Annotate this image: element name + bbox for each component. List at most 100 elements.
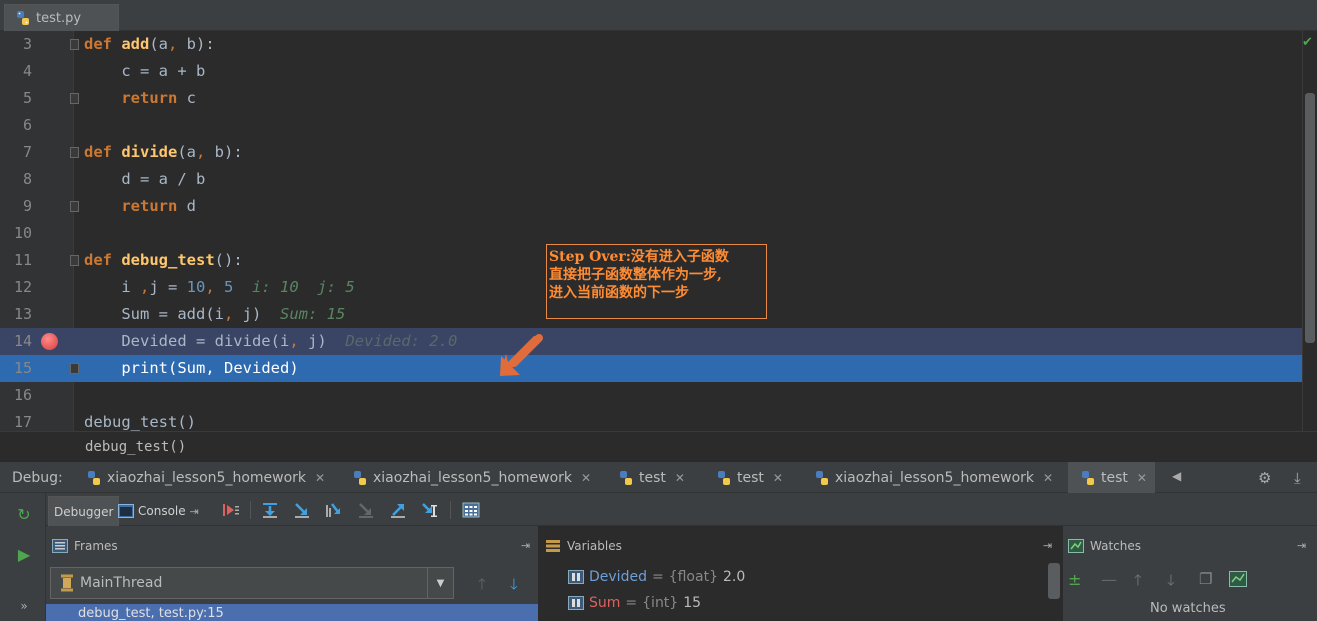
code-line[interactable]: 16 [0, 382, 1302, 409]
debug-tab-5[interactable]: xiaozhai_lesson5_homework ✕ [814, 462, 1053, 493]
code-line[interactable]: 8 d = a / b [0, 166, 1302, 193]
watches-icon [1068, 539, 1084, 553]
debug-tab-2[interactable]: xiaozhai_lesson5_homework ✕ [352, 462, 591, 493]
code-line[interactable]: 10 [0, 220, 1302, 247]
variables-header: Variables [545, 533, 622, 559]
fold-marker-icon[interactable] [70, 255, 79, 266]
debug-label: Debug: [12, 470, 63, 486]
tab-debugger-label: Debugger [54, 504, 114, 519]
editor-scrollbar[interactable]: ✔ [1302, 31, 1317, 431]
frames-pin-icon[interactable]: ⇥ [521, 539, 530, 552]
line-number[interactable]: 11 [10, 247, 32, 274]
fold-marker-icon[interactable] [70, 201, 79, 212]
code-line[interactable]: 7 def divide(a, b): [0, 139, 1302, 166]
line-number[interactable]: 12 [10, 274, 32, 301]
line-number[interactable]: 10 [10, 220, 32, 247]
evaluate-expression-icon[interactable] [460, 499, 482, 521]
frame-label: debug_test, test.py:15 [78, 606, 224, 621]
debug-tab-label: test [639, 469, 666, 486]
code-line[interactable]: 5 return c [0, 85, 1302, 112]
add-watch-icon[interactable]: ± [1068, 570, 1081, 589]
debug-tab-3[interactable]: test ✕ [618, 462, 685, 493]
force-step-into-icon[interactable] [355, 499, 377, 521]
code-text: def debug_test(): [84, 251, 243, 269]
variable-name: Sum [589, 595, 621, 611]
code-line[interactable]: 15 print(Sum, Devided) [0, 355, 1302, 382]
line-number[interactable]: 7 [10, 139, 32, 166]
move-down-icon[interactable]: 🡓 [1167, 570, 1175, 595]
more-icon[interactable]: » [13, 595, 35, 617]
thread-selector[interactable]: MainThread ▼ [50, 567, 454, 599]
fold-marker-icon[interactable] [70, 363, 79, 374]
debug-tab-1[interactable]: xiaozhai_lesson5_homework ✕ [86, 462, 325, 493]
code-line[interactable]: 14 Devided = divide(i, j) Devided: 2.0 [0, 328, 1302, 355]
close-icon[interactable]: ✕ [675, 471, 685, 485]
move-up-icon[interactable]: 🡑 [1134, 570, 1142, 595]
line-number[interactable]: 3 [10, 31, 32, 58]
debug-tab-6-active[interactable]: test ✕ [1068, 462, 1155, 493]
rerun-icon[interactable]: ↻ [13, 503, 35, 525]
variables-scrollbar[interactable] [1048, 563, 1060, 599]
line-number[interactable]: 9 [10, 193, 32, 220]
chevron-down-icon[interactable]: ▼ [427, 568, 453, 598]
frame-row-selected[interactable]: debug_test, test.py:15 [46, 604, 538, 621]
step-out-icon[interactable] [387, 499, 409, 521]
no-watches-text: No watches [1150, 601, 1226, 616]
line-number[interactable]: 17 [10, 409, 32, 431]
code-line[interactable]: 17 debug_test() [0, 409, 1302, 431]
close-icon[interactable]: ✕ [773, 471, 783, 485]
tab-debugger[interactable]: Debugger [48, 496, 120, 526]
line-number[interactable]: 6 [10, 112, 32, 139]
gear-icon[interactable]: ⚙ [1258, 469, 1271, 487]
copy-icon[interactable]: ❐ [1199, 570, 1212, 588]
fold-marker-icon[interactable] [70, 39, 79, 50]
inspection-ok-icon: ✔ [1302, 35, 1313, 50]
line-number[interactable]: 13 [10, 301, 32, 328]
code-line[interactable]: 6 [0, 112, 1302, 139]
show-execution-point-icon[interactable] [220, 499, 242, 521]
line-number[interactable]: 14 [10, 328, 32, 355]
close-icon[interactable]: ✕ [581, 471, 591, 485]
file-tab-test-py[interactable]: test.py [4, 4, 119, 31]
tabs-overflow-icon[interactable]: ◀ [1172, 469, 1181, 483]
pin-icon[interactable]: ⇥ [190, 505, 199, 518]
variables-pin-icon[interactable]: ⇥ [1043, 539, 1052, 552]
remove-watch-icon[interactable]: — [1101, 570, 1117, 589]
python-run-icon [1082, 470, 1094, 485]
variable-row-devided[interactable]: Devided = {float} 2.0 [568, 566, 745, 588]
close-icon[interactable]: ✕ [1043, 471, 1053, 485]
resume-icon[interactable]: ▶ [13, 543, 35, 565]
line-number[interactable]: 5 [10, 85, 32, 112]
frame-down-icon[interactable]: 🡓 [510, 574, 518, 599]
fold-marker-icon[interactable] [70, 93, 79, 104]
close-icon[interactable]: ✕ [315, 471, 325, 485]
annotation-line-2: 直接把子函数整体作为一步, [549, 267, 722, 283]
code-editor[interactable]: 3 def add(a, b): 4 c = a + b5 return c 6 7 de… [0, 31, 1317, 431]
debug-tab-label: xiaozhai_lesson5_homework [107, 469, 307, 486]
line-number[interactable]: 8 [10, 166, 32, 193]
code-line[interactable]: 4 c = a + b [0, 58, 1302, 85]
close-icon[interactable]: ✕ [1137, 471, 1147, 485]
tab-console[interactable]: Console ⇥ [118, 496, 199, 526]
breakpoint-icon[interactable] [41, 333, 58, 350]
frame-up-icon[interactable]: 🡑 [478, 574, 486, 599]
variable-value: 15 [683, 595, 702, 611]
line-number[interactable]: 4 [10, 58, 32, 85]
hide-panel-icon[interactable]: ⤓ [1294, 469, 1301, 487]
watches-pin-icon[interactable]: ⇥ [1297, 539, 1306, 552]
step-into-icon[interactable] [291, 499, 313, 521]
line-number[interactable]: 16 [10, 382, 32, 409]
code-line[interactable]: 3 def add(a, b): [0, 31, 1302, 58]
step-into-my-code-icon[interactable] [323, 499, 345, 521]
watches-view-icon[interactable] [1229, 571, 1247, 587]
breadcrumb-item[interactable]: debug_test() [85, 439, 186, 455]
code-line[interactable]: 9 return d [0, 193, 1302, 220]
debug-tab-4[interactable]: test ✕ [716, 462, 783, 493]
run-to-cursor-icon[interactable] [419, 499, 441, 521]
variable-name: Devided [589, 569, 647, 585]
line-number[interactable]: 15 [10, 355, 32, 382]
editor-scroll-thumb[interactable] [1305, 93, 1315, 343]
fold-marker-icon[interactable] [70, 147, 79, 158]
step-over-icon[interactable] [259, 499, 281, 521]
variable-row-sum[interactable]: Sum = {int} 15 [568, 592, 701, 614]
